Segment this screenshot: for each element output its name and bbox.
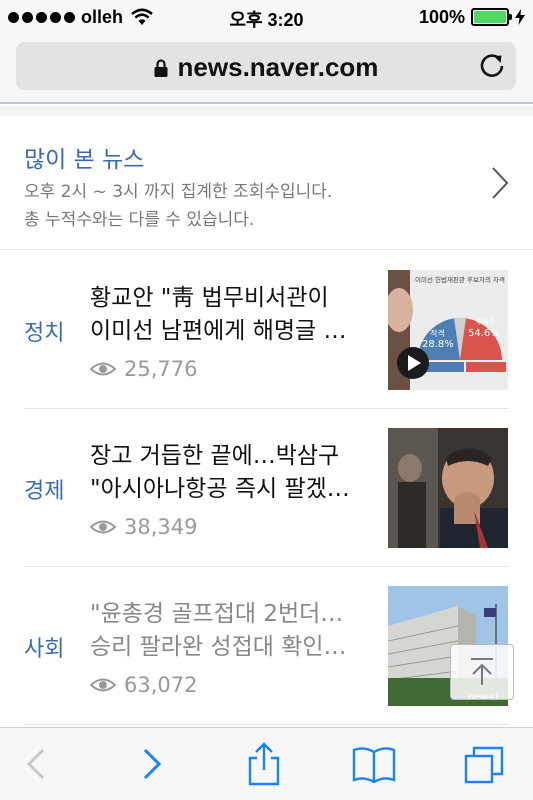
address-bar-area: news.naver.com: [0, 34, 533, 104]
section-title: 많이 본 뉴스: [24, 147, 145, 173]
eye-icon: [90, 520, 116, 534]
article-thumbnail[interactable]: [388, 428, 508, 548]
forward-icon[interactable]: [130, 742, 174, 786]
headline-line1: 장고 거듭한 끝에…박삼구: [90, 443, 340, 469]
view-count: 38,349: [90, 515, 197, 539]
headline-line1: 황교안 "靑 법무비서관이: [90, 285, 329, 311]
item-divider: [24, 724, 509, 725]
article-headline[interactable]: 장고 거듭한 끝에…박삼구 "아시아나항공 즉시 팔겠…: [90, 440, 370, 506]
article-item[interactable]: 경제 장고 거듭한 끝에…박삼구 "아시아나항공 즉시 팔겠… 38,349: [0, 409, 533, 567]
section-description: 오후 2시 ~ 3시 까지 집계한 조회수입니다. 총 누적수와는 다를 수 있…: [24, 178, 332, 234]
battery-icon: [471, 8, 512, 26]
video-thumbnail: 이미선 헌법재판관 후보자의 자격 적격 28.8% 부적격 54.6%: [388, 270, 508, 390]
url-text[interactable]: news.naver.com: [16, 52, 516, 83]
thumb-left-value: 28.8%: [422, 339, 454, 350]
section-spacer: [0, 106, 533, 116]
headline-line2: 승리 팔라완 성접대 확인…: [90, 634, 347, 660]
back-icon[interactable]: [14, 742, 58, 786]
address-bar[interactable]: news.naver.com: [16, 42, 516, 90]
thumb-right-label: 부적격: [476, 317, 495, 326]
most-viewed-header[interactable]: 많이 본 뉴스 오후 2시 ~ 3시 까지 집계한 조회수입니다. 총 누적수와…: [0, 116, 533, 250]
view-count-value: 25,776: [124, 357, 198, 381]
article-item[interactable]: 정치 황교안 "靑 법무비서관이 이미선 남편에게 해명글 … 25,776 이…: [0, 251, 533, 409]
share-icon[interactable]: [242, 742, 286, 786]
lock-icon: [154, 59, 168, 77]
article-category[interactable]: 사회: [24, 631, 64, 663]
view-count-value: 63,072: [124, 673, 198, 697]
section-description-line2: 총 누적수와는 다를 수 있습니다.: [24, 210, 255, 230]
reload-icon[interactable]: [478, 52, 506, 80]
view-count: 25,776: [90, 357, 197, 381]
arrow-up-icon: [471, 658, 493, 685]
article-headline[interactable]: 황교안 "靑 법무비서관이 이미선 남편에게 해명글 …: [90, 282, 370, 348]
headline-line1: "윤총경 골프접대 2번더…: [90, 601, 344, 627]
view-count: 63,072: [90, 673, 197, 697]
status-bar: olleh 오후 3:20 100%: [0, 0, 533, 34]
thumb-right-value: 54.6%: [468, 328, 500, 339]
scroll-to-top-button[interactable]: [450, 644, 514, 700]
bookmarks-icon[interactable]: [352, 742, 396, 786]
article-category[interactable]: 경제: [24, 473, 64, 505]
eye-icon: [90, 678, 116, 692]
thumb-chart-title: 이미선 헌법재판관 후보자의 자격: [415, 275, 505, 284]
chevron-right-icon[interactable]: [491, 166, 509, 200]
browser-toolbar: [0, 727, 533, 800]
tabs-icon[interactable]: [462, 742, 506, 786]
battery-level: [474, 11, 506, 23]
eye-icon: [90, 362, 116, 376]
article-headline[interactable]: "윤총경 골프접대 2번더… 승리 팔라완 성접대 확인…: [90, 598, 370, 664]
section-description-line1: 오후 2시 ~ 3시 까지 집계한 조회수입니다.: [24, 182, 333, 202]
url-label: news.naver.com: [177, 52, 379, 82]
status-right: 100%: [419, 6, 525, 28]
charging-bolt-icon: [515, 9, 525, 25]
photo-thumbnail: [388, 428, 508, 548]
headline-line2: 이미선 남편에게 해명글 …: [90, 318, 347, 344]
article-thumbnail[interactable]: 이미선 헌법재판관 후보자의 자격 적격 28.8% 부적격 54.6%: [388, 270, 508, 390]
article-category[interactable]: 정치: [24, 315, 64, 347]
thumb-left-label: 적격: [430, 328, 445, 338]
view-count-value: 38,349: [124, 515, 198, 539]
headline-line2: "아시아나항공 즉시 팔겠…: [90, 476, 350, 502]
battery-percent: 100%: [418, 6, 465, 27]
